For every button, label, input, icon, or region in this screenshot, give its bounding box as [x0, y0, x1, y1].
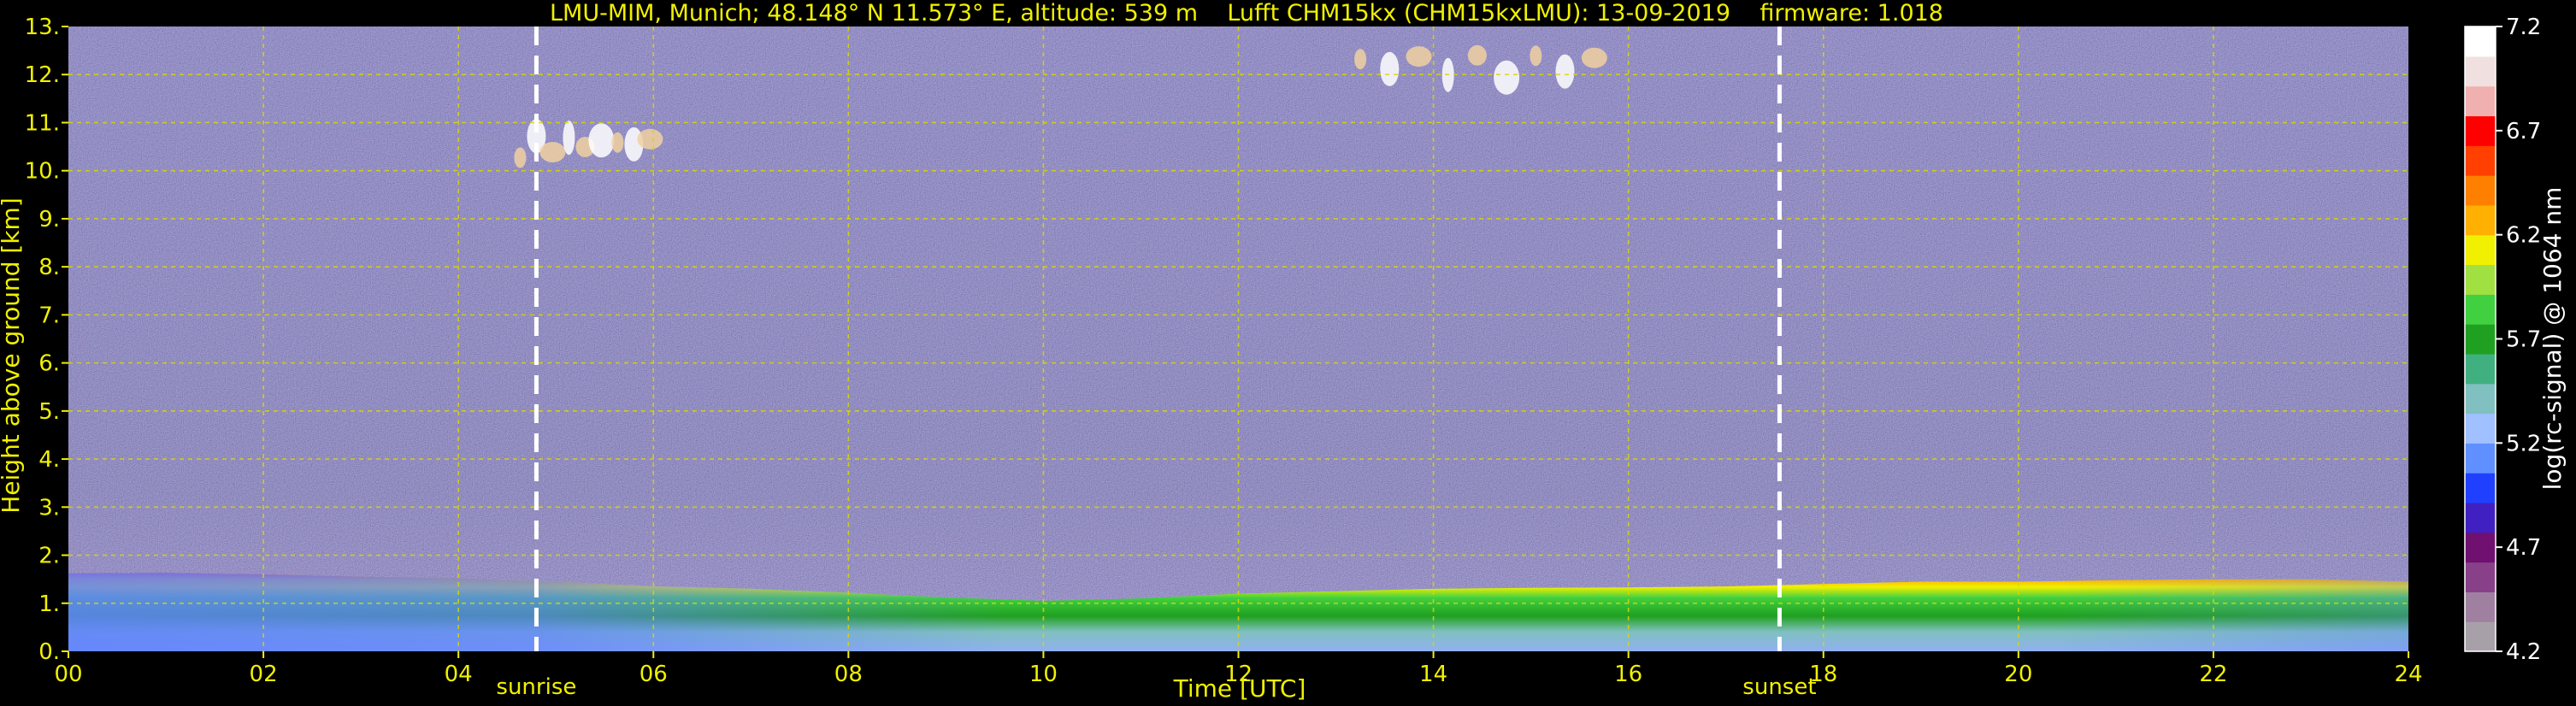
colorbar-segment: [2465, 234, 2496, 266]
y-axis-label: Height above ground [km]: [0, 197, 25, 514]
cloud-patch: [1380, 51, 1400, 86]
colorbar-segment: [2465, 85, 2496, 117]
chart-title: LMU-MIM, Munich; 48.148° N 11.573° E, al…: [550, 0, 1943, 26]
colorbar-segment: [2465, 145, 2496, 176]
x-tick-label: 20: [2004, 662, 2032, 687]
y-tick-label: 1.: [38, 591, 60, 617]
colorbar-segment: [2465, 502, 2496, 533]
y-axis-ticks: 0.1.2.3.4.5.6.7.8.9.10.11.12.13.: [25, 15, 68, 665]
y-tick-label: 5.: [38, 399, 60, 425]
colorbar-segment: [2465, 621, 2496, 652]
y-tick-label: 10.: [25, 159, 60, 185]
cloud-patch: [1555, 54, 1575, 89]
colorbar-ticks: 4.2 4.7 5.2 5.7 6.2 6.7 7.2: [2496, 15, 2541, 665]
x-tick-label: 08: [834, 662, 863, 687]
x-tick-label: 06: [640, 662, 668, 687]
cloud-patch: [637, 128, 663, 150]
colorbar-segment: [2465, 473, 2496, 503]
event-label-sunrise: sunrise: [496, 674, 576, 700]
colorbar-label: log(rc-signal) @ 1064 nm: [2538, 187, 2567, 491]
colorbar-segment: [2465, 324, 2496, 355]
colorbar-segment: [2465, 562, 2496, 592]
cloud-patch: [1581, 47, 1607, 68]
event-label-sunset: sunset: [1742, 674, 1816, 700]
colorbar: [2464, 26, 2496, 652]
colorbar-segment: [2465, 383, 2496, 415]
colorbar-segment: [2465, 443, 2496, 474]
y-tick-label: 9.: [38, 207, 60, 232]
x-tick-label: 22: [2199, 662, 2227, 687]
colorbar-tick-label: 6.2: [2506, 223, 2541, 249]
colorbar-tick-label: 7.2: [2506, 15, 2541, 40]
colorbar-segment: [2465, 26, 2496, 57]
colorbar-segment: [2465, 532, 2496, 563]
x-tick-label: 02: [250, 662, 278, 687]
colorbar-segment: [2465, 115, 2496, 146]
y-tick-label: 7.: [38, 303, 60, 328]
colorbar-segment: [2465, 175, 2496, 206]
colorbar-tick-label: 4.2: [2506, 639, 2541, 665]
x-tick-label: 16: [1614, 662, 1642, 687]
colorbar-segment: [2465, 204, 2496, 236]
cloud-patch: [1467, 44, 1487, 66]
colorbar-segment: [2465, 413, 2496, 444]
y-tick-label: 8.: [38, 255, 60, 280]
cloud-patch: [1530, 45, 1542, 67]
x-tick-label: 24: [2394, 662, 2422, 687]
y-tick-label: 6.: [38, 351, 60, 377]
x-tick-label: 14: [1419, 662, 1447, 687]
colorbar-tick-label: 4.7: [2506, 535, 2541, 561]
colorbar-segment: [2465, 56, 2496, 87]
y-tick-label: 3.: [38, 495, 60, 521]
ceilometer-chart: sunrise sunset LMU-MIM, Munich; 48.148° N…: [0, 0, 2567, 703]
x-axis-label: Time [UTC]: [1173, 674, 1306, 703]
x-tick-label: 10: [1029, 662, 1058, 687]
y-tick-label: 4.: [38, 447, 60, 473]
cloud-patch: [1406, 46, 1432, 68]
colorbar-tick-label: 6.7: [2506, 119, 2541, 144]
x-tick-label: 00: [54, 662, 82, 687]
colorbar-tick-label: 5.2: [2506, 431, 2541, 456]
cloud-patch: [563, 121, 575, 156]
colorbar-segment: [2465, 591, 2496, 622]
cloud-patch: [539, 142, 566, 162]
x-tick-label: 18: [1809, 662, 1837, 687]
cloud-patch: [1354, 49, 1367, 70]
colorbar-segment: [2465, 353, 2496, 385]
colorbar-segment: [2465, 294, 2496, 325]
x-tick-label: 04: [445, 662, 473, 687]
colorbar-tick-label: 5.7: [2506, 327, 2541, 353]
colorbar-segment: [2465, 264, 2496, 295]
y-tick-label: 2.: [38, 544, 60, 569]
cloud-patch: [588, 123, 615, 158]
cloud-patch: [611, 132, 624, 153]
y-tick-label: 12.: [25, 62, 60, 88]
y-tick-label: 11.: [25, 110, 60, 136]
y-tick-label: 13.: [25, 15, 60, 40]
cloud-patch: [1494, 60, 1520, 95]
cloud-patch: [514, 147, 527, 168]
